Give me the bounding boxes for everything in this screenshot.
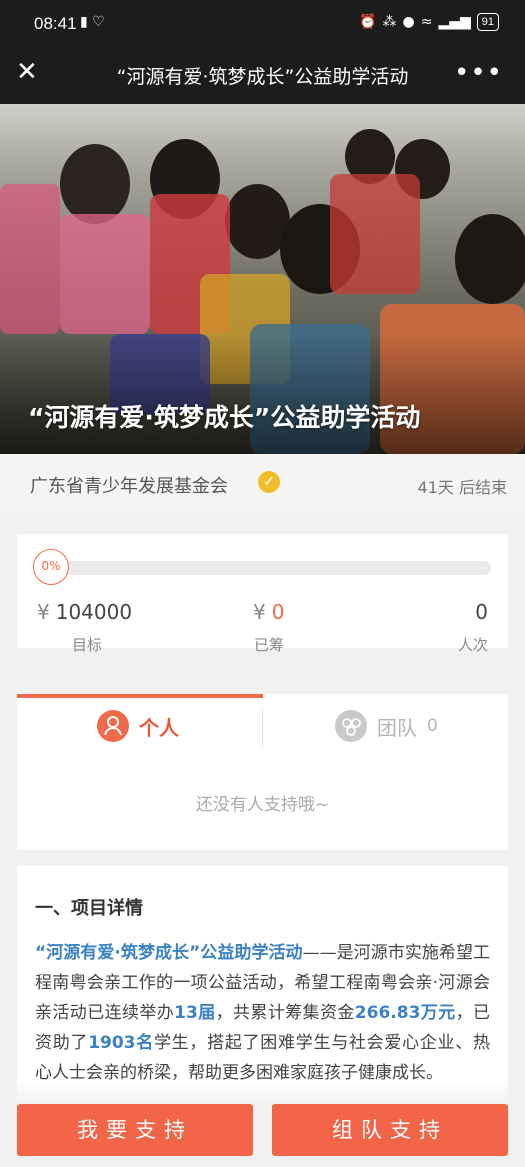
person-icon [97, 710, 129, 742]
photo-shape [60, 144, 130, 224]
photo-shape [0, 184, 60, 334]
more-icon[interactable]: ••• [454, 58, 503, 88]
photo-shape [330, 174, 420, 294]
tab-team[interactable]: 团队 0 [335, 706, 438, 746]
tab-team-count: 0 [427, 716, 438, 736]
progress-track [51, 561, 491, 575]
alarm-icon: ⏰ [359, 14, 377, 30]
tab-indicator [17, 694, 263, 698]
support-button[interactable]: 我要支持 [17, 1104, 253, 1156]
raised-value: 0 [271, 600, 285, 624]
supporters-card: 个人 团队 0 还没有人支持哦~ [17, 694, 508, 850]
signal-icon: ▂▄▆ [438, 14, 471, 30]
organizer-name[interactable]: 广东省青少年发展基金会 [30, 472, 228, 498]
wifi-icon: ≈ [420, 14, 433, 30]
status-right: ⏰ ⁂ ● ≈ ▂▄▆ 91 [359, 13, 499, 31]
highlight-title: “河源有爱·筑梦成长”公益助学活动 [35, 943, 303, 963]
count-label: 人次 [457, 636, 488, 654]
hero-image: “河源有爱·筑梦成长”公益助学活动 [0, 104, 525, 454]
photo-shape [60, 214, 150, 334]
days-left: 41天 后结束 [417, 478, 507, 497]
tab-divider [262, 710, 263, 746]
page-title: “河源有爱·筑梦成长”公益助学活动 [116, 66, 409, 88]
text-segment: ，共累计筹集资金 [215, 1003, 355, 1023]
target-value-row: ¥104000 [37, 600, 132, 624]
tab-team-label: 团队 [377, 715, 417, 740]
count-value: 0 [475, 600, 488, 624]
percent-badge: 0% [33, 549, 69, 585]
target-value: 104000 [55, 600, 133, 624]
battery-icon: 91 [476, 13, 499, 31]
status-time: 08:41 [34, 14, 77, 33]
currency-symbol: ¥ [253, 600, 266, 624]
currency-symbol: ¥ [37, 600, 50, 624]
hero-heading: “河源有爱·筑梦成长”公益助学活动 [28, 403, 421, 432]
title-bar: ✕ “河源有爱·筑梦成长”公益助学活动 ••• [0, 48, 525, 104]
team-support-button[interactable]: 组队支持 [272, 1104, 508, 1156]
tab-person-label: 个人 [139, 715, 179, 740]
team-icon [335, 710, 367, 742]
target-label: 目标 [72, 636, 103, 654]
notification-icons: ▮ ♡ [80, 14, 105, 30]
raised-label: 已筹 [254, 636, 285, 654]
raised-value-row: ¥0 [253, 600, 284, 624]
progress-card: 0% ¥104000 目标 ¥0 已筹 0 人次 [17, 534, 508, 654]
status-bar: 08:41 ▮ ♡ ⏰ ⁂ ● ≈ ▂▄▆ 91 [0, 0, 525, 48]
section-title: 一、项目详情 [35, 898, 143, 919]
empty-message: 还没有人支持哦~ [195, 795, 330, 815]
verified-icon: ✓ [258, 471, 280, 493]
highlight-number: 1903名 [88, 1033, 154, 1053]
tab-person[interactable]: 个人 [97, 706, 179, 746]
close-icon[interactable]: ✕ [16, 59, 38, 85]
highlight-number: 266.83万元 [354, 1003, 456, 1023]
hero-overlay [0, 334, 525, 454]
photo-shape [455, 214, 525, 304]
highlight-number: 13届 [174, 1003, 216, 1023]
location-icon: ● [402, 14, 415, 30]
details-paragraph: “河源有爱·筑梦成长”公益助学活动——是河源市实施希望工程南粤会亲工作的一项公益… [35, 938, 490, 1088]
organizer-row: 广东省青少年发展基金会 ✓ 41天 后结束 [0, 454, 525, 512]
bluetooth-icon: ⁂ [382, 14, 397, 30]
